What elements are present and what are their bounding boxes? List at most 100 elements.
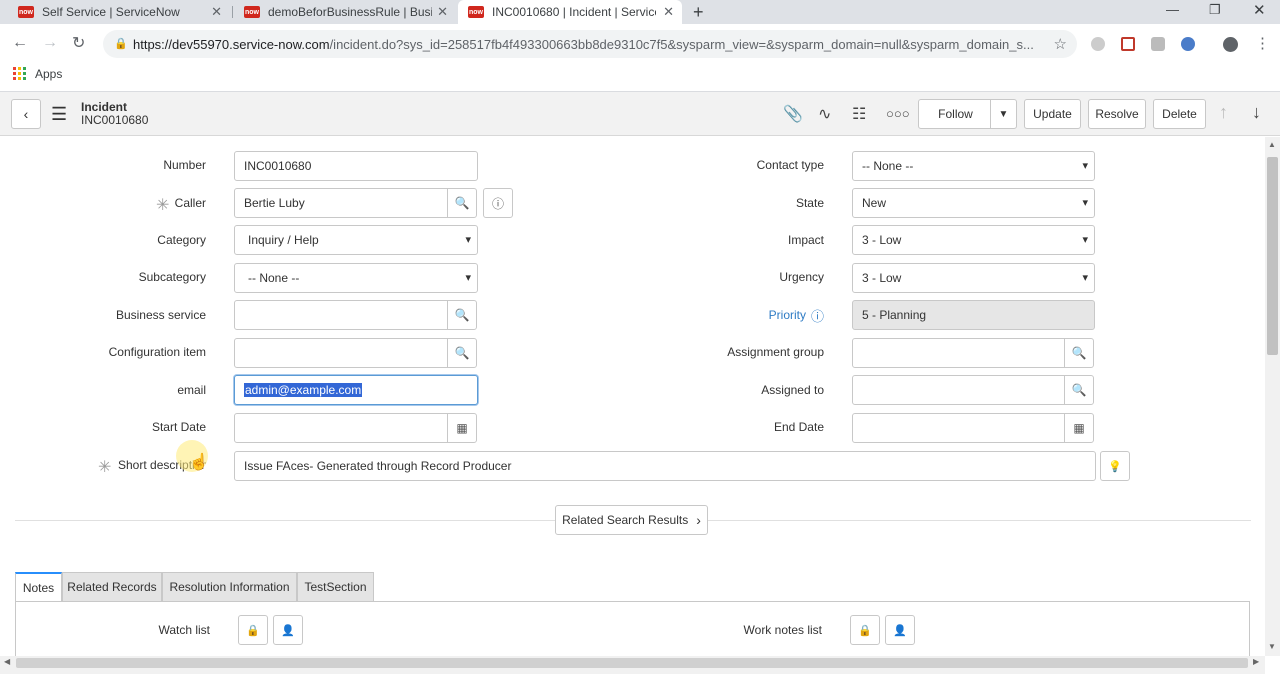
- new-tab-button[interactable]: +: [693, 2, 704, 23]
- close-icon[interactable]: ✕: [437, 4, 448, 20]
- follow-button[interactable]: Follow ▼: [918, 99, 1017, 129]
- scroll-down-icon[interactable]: ▼: [1268, 642, 1276, 651]
- bookmarks-bar: [0, 64, 1280, 92]
- tab-testsection[interactable]: TestSection: [297, 572, 374, 602]
- number-field[interactable]: INC0010680: [234, 151, 478, 181]
- search-icon[interactable]: 🔍: [447, 188, 477, 218]
- impact-label: Impact: [787, 233, 824, 247]
- chevron-right-icon: ›: [696, 512, 701, 528]
- chevron-down-icon[interactable]: ▼: [990, 100, 1016, 128]
- minimize-icon[interactable]: —: [1166, 2, 1179, 17]
- contact-type-select[interactable]: -- None --: [852, 151, 1095, 181]
- horizontal-scrollbar-thumb[interactable]: [16, 658, 1248, 668]
- apps-bookmark[interactable]: Apps: [35, 67, 62, 81]
- number-label: Number: [163, 158, 206, 172]
- configuration-item-label: Configuration item: [108, 345, 206, 359]
- add-me-icon[interactable]: 👤: [885, 615, 915, 645]
- browser-tab-self-service[interactable]: now Self Service | ServiceNow ✕: [8, 0, 230, 24]
- scroll-right-icon[interactable]: ▶: [1253, 657, 1259, 666]
- forward-arrow-icon[interactable]: →: [42, 34, 58, 52]
- address-bar[interactable]: 🔒 https://dev55970.service-now.com/incid…: [103, 30, 1077, 58]
- end-date-field[interactable]: [852, 413, 1065, 443]
- short-description-field[interactable]: Issue FAces- Generated through Record Pr…: [234, 451, 1096, 481]
- assigned-to-field[interactable]: [852, 375, 1065, 405]
- restore-icon[interactable]: ❐: [1209, 2, 1221, 18]
- more-options-icon[interactable]: ○○○: [886, 106, 910, 121]
- lightbulb-icon[interactable]: 💡: [1100, 451, 1130, 481]
- scroll-up-icon[interactable]: ▲: [1268, 140, 1276, 149]
- scroll-left-icon[interactable]: ◀: [4, 657, 10, 666]
- menu-dots-icon[interactable]: ⋮: [1255, 34, 1270, 52]
- info-icon[interactable]: ⓘ: [483, 188, 513, 218]
- lock-icon: 🔒: [114, 38, 128, 50]
- apps-grid-icon[interactable]: [13, 67, 26, 80]
- mouse-cursor-icon: ☝: [189, 454, 209, 471]
- resolve-button[interactable]: Resolve: [1088, 99, 1146, 129]
- servicenow-favicon-icon: now: [468, 6, 484, 18]
- paperclip-icon[interactable]: 📎: [783, 104, 803, 124]
- impact-select[interactable]: 3 - Low: [852, 225, 1095, 255]
- update-button[interactable]: Update: [1024, 99, 1081, 129]
- priority-field: 5 - Planning: [852, 300, 1095, 330]
- configuration-item-field[interactable]: [234, 338, 448, 368]
- back-arrow-icon[interactable]: ←: [12, 34, 28, 52]
- reload-icon[interactable]: ↻: [72, 33, 85, 53]
- down-arrow-icon[interactable]: ↓: [1252, 102, 1261, 123]
- browser-tab-incident[interactable]: now INC0010680 | Incident | ServiceN... …: [458, 0, 682, 24]
- search-icon[interactable]: 🔍: [1064, 375, 1094, 405]
- calendar-icon[interactable]: ▦: [1064, 413, 1094, 443]
- urgency-select[interactable]: 3 - Low: [852, 263, 1095, 293]
- email-field[interactable]: admin@example.com: [234, 375, 478, 405]
- contact-type-label: Contact type: [756, 158, 824, 172]
- browser-tab-bar: now Self Service | ServiceNow ✕ now demo…: [0, 0, 1280, 24]
- business-service-field[interactable]: [234, 300, 448, 330]
- window-close-icon[interactable]: ✕: [1253, 1, 1266, 19]
- tab-notes[interactable]: Notes: [15, 572, 62, 602]
- assignment-group-field[interactable]: [852, 338, 1065, 368]
- search-icon[interactable]: 🔍: [447, 300, 477, 330]
- extension-icon[interactable]: [1091, 37, 1105, 51]
- tab-resolution-information[interactable]: Resolution Information: [162, 572, 297, 602]
- extension-icon[interactable]: [1151, 37, 1165, 51]
- back-button[interactable]: ‹: [11, 99, 41, 129]
- search-icon[interactable]: 🔍: [447, 338, 477, 368]
- delete-button[interactable]: Delete: [1153, 99, 1206, 129]
- pocket-icon[interactable]: [1121, 37, 1135, 51]
- category-select[interactable]: Inquiry / Help: [234, 225, 478, 255]
- end-date-label: End Date: [773, 420, 824, 434]
- tab-title: Self Service | ServiceNow: [42, 5, 180, 19]
- mandatory-asterisk-icon: ✳: [98, 459, 112, 476]
- related-search-results-button[interactable]: Related Search Results ›: [555, 505, 708, 535]
- hamburger-menu-icon[interactable]: ☰: [51, 104, 67, 125]
- activity-icon[interactable]: ∿: [818, 104, 831, 124]
- caller-field[interactable]: Bertie Luby: [234, 188, 448, 218]
- lock-icon[interactable]: 🔒: [850, 615, 880, 645]
- help-question-icon[interactable]: ⓘ: [811, 306, 824, 325]
- url-host: https://dev55970.service-now.com: [133, 36, 330, 52]
- add-me-icon[interactable]: 👤: [273, 615, 303, 645]
- calendar-icon[interactable]: ▦: [447, 413, 477, 443]
- assignment-group-label: Assignment group: [727, 345, 824, 359]
- tab-title: INC0010680 | Incident | ServiceN...: [492, 5, 656, 19]
- subcategory-select[interactable]: -- None --: [234, 263, 478, 293]
- close-icon[interactable]: ✕: [211, 4, 222, 20]
- tab-related-records[interactable]: Related Records: [62, 572, 162, 602]
- extension-icon[interactable]: [1181, 37, 1195, 51]
- up-arrow-icon[interactable]: ↑: [1219, 102, 1228, 123]
- search-icon[interactable]: 🔍: [1064, 338, 1094, 368]
- url-path: /incident.do?sys_id=258517fb4f493300663b…: [329, 36, 1034, 52]
- settings-sliders-icon[interactable]: ☷: [852, 104, 866, 124]
- profile-icon[interactable]: [1223, 37, 1238, 52]
- state-select[interactable]: New: [852, 188, 1095, 218]
- category-label: Category: [157, 233, 206, 247]
- state-label: State: [795, 196, 824, 210]
- lock-icon[interactable]: 🔒: [238, 615, 268, 645]
- close-icon[interactable]: ✕: [663, 4, 674, 20]
- watch-list-label: Watch list: [158, 623, 210, 637]
- vertical-scrollbar-thumb[interactable]: [1267, 157, 1278, 355]
- start-date-field[interactable]: [234, 413, 448, 443]
- browser-tab-business-rule[interactable]: now demoBeforBusinessRule | Busine... ✕: [234, 0, 456, 24]
- urgency-label: Urgency: [779, 270, 824, 284]
- priority-label[interactable]: Priority: [769, 308, 806, 322]
- bookmark-star-icon[interactable]: ☆: [1054, 35, 1067, 53]
